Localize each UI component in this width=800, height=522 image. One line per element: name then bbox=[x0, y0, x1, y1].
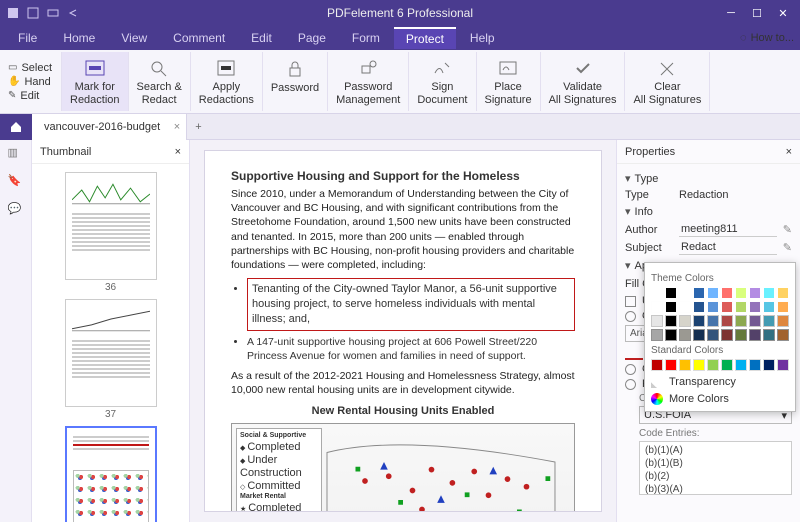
howto-link[interactable]: ◌How to... bbox=[740, 32, 794, 44]
page-p2: As a result of the 2012-2021 Housing and… bbox=[231, 369, 575, 397]
sign-icon bbox=[430, 57, 454, 79]
hand-tool[interactable]: ✋ Hand bbox=[8, 76, 57, 88]
page-subheading: New Rental Housing Units Enabled bbox=[231, 405, 575, 417]
clear-icon bbox=[655, 57, 679, 79]
sign-document-button[interactable]: SignDocument bbox=[409, 52, 476, 111]
properties-title: Properties bbox=[625, 146, 675, 158]
font-color-icon[interactable] bbox=[625, 346, 643, 360]
mark-redaction-button[interactable]: Mark forRedaction bbox=[62, 52, 129, 111]
info-section-hdr[interactable]: ▾ Info bbox=[625, 205, 792, 218]
app-logo-icon bbox=[6, 6, 20, 20]
new-tab-button[interactable]: + bbox=[187, 121, 209, 133]
code-entries-list[interactable]: (b)(1)(A) (b)(1)(B) (b)(2) (b)(3)(A) bbox=[639, 441, 792, 495]
home-tab-button[interactable] bbox=[0, 114, 32, 140]
custom-text-radio[interactable] bbox=[625, 364, 636, 375]
menu-comment[interactable]: Comment bbox=[161, 28, 237, 48]
thumbnail-title: Thumbnail bbox=[40, 146, 91, 158]
thumbnails-rail-icon[interactable]: ▥ bbox=[8, 146, 24, 162]
subject-field[interactable]: Redact bbox=[679, 240, 777, 255]
password-mgmt-icon bbox=[356, 57, 380, 79]
mark-redaction-icon bbox=[83, 57, 107, 79]
apply-redactions-button[interactable]: ApplyRedactions bbox=[191, 52, 263, 111]
close-properties-icon[interactable]: × bbox=[786, 146, 792, 158]
menu-view[interactable]: View bbox=[109, 28, 159, 48]
app-title: PDFelement 6 Professional bbox=[80, 6, 720, 20]
place-sig-icon bbox=[496, 57, 520, 79]
page-li2: A 147-unit supportive housing project at… bbox=[247, 335, 575, 363]
thumb-36[interactable]: 36 bbox=[65, 172, 157, 293]
quick-tools: ▭ Select ✋ Hand ✎ Edit bbox=[4, 52, 62, 111]
search-redact-icon bbox=[147, 57, 171, 79]
ribbon: ▭ Select ✋ Hand ✎ Edit Mark forRedaction… bbox=[0, 50, 800, 114]
menu-home[interactable]: Home bbox=[51, 28, 107, 48]
validate-sigs-button[interactable]: ValidateAll Signatures bbox=[541, 52, 626, 111]
redaction-selection[interactable]: Tenanting of the City-owned Taylor Manor… bbox=[247, 278, 575, 331]
password-button[interactable]: Password bbox=[263, 52, 328, 111]
thumb-38[interactable]: 38 bbox=[65, 426, 157, 522]
undo-icon[interactable] bbox=[66, 6, 80, 20]
author-field[interactable]: meeting811 bbox=[679, 222, 777, 237]
page-content: Supportive Housing and Support for the H… bbox=[204, 150, 602, 512]
thumbnail-panel: Thumbnail × 36 37 38 bbox=[32, 140, 190, 522]
password-icon bbox=[283, 58, 307, 80]
standard-color-grid[interactable] bbox=[651, 359, 789, 371]
place-signature-button[interactable]: PlaceSignature bbox=[477, 52, 541, 111]
page-heading: Supportive Housing and Support for the H… bbox=[231, 169, 575, 183]
redaction-code-radio[interactable] bbox=[625, 379, 636, 390]
color-flyout: Theme Colors Standard Colors Transparenc… bbox=[644, 262, 796, 412]
search-redact-button[interactable]: Search &Redact bbox=[129, 52, 191, 111]
close-tab-icon[interactable]: × bbox=[174, 121, 180, 133]
close-button[interactable]: ✕ bbox=[772, 4, 794, 22]
bookmark-rail-icon[interactable]: 🔖 bbox=[8, 174, 24, 190]
theme-color-grid[interactable] bbox=[651, 287, 789, 341]
page-view[interactable]: Supportive Housing and Support for the H… bbox=[190, 140, 616, 522]
select-tool[interactable]: ▭ Select bbox=[8, 62, 57, 74]
comments-rail-icon[interactable]: 💬 bbox=[8, 202, 24, 218]
save-icon[interactable] bbox=[26, 6, 40, 20]
password-mgmt-button[interactable]: PasswordManagement bbox=[328, 52, 409, 111]
type-section-hdr[interactable]: ▾ Type bbox=[625, 172, 792, 185]
print-icon[interactable] bbox=[46, 6, 60, 20]
menubar: File Home View Comment Edit Page Form Pr… bbox=[0, 26, 800, 50]
overlay-text-radio[interactable] bbox=[625, 311, 636, 322]
use-overlay-checkbox[interactable] bbox=[625, 296, 636, 307]
clear-sigs-button[interactable]: ClearAll Signatures bbox=[625, 52, 710, 111]
edit-subject-icon[interactable]: ✎ bbox=[783, 241, 792, 254]
page-p1: Since 2010, under a Memorandum of Unders… bbox=[231, 187, 575, 272]
page-map: Social & Supportive ◆ Completed ◆ Under … bbox=[231, 423, 575, 512]
titlebar: PDFelement 6 Professional ─ ☐ ✕ bbox=[0, 0, 800, 26]
menu-file[interactable]: File bbox=[6, 28, 49, 48]
menu-form[interactable]: Form bbox=[340, 28, 392, 48]
validate-icon bbox=[571, 57, 595, 79]
thumb-37[interactable]: 37 bbox=[65, 299, 157, 420]
edit-tool[interactable]: ✎ Edit bbox=[8, 90, 57, 102]
menu-page[interactable]: Page bbox=[286, 28, 338, 48]
doc-tab[interactable]: vancouver-2016-budget× bbox=[32, 114, 187, 140]
minimize-button[interactable]: ─ bbox=[720, 4, 742, 22]
close-thumbnails-icon[interactable]: × bbox=[175, 146, 181, 158]
doc-tab-row: vancouver-2016-budget× + bbox=[0, 114, 800, 140]
menu-protect[interactable]: Protect bbox=[394, 27, 456, 49]
transparency-option[interactable]: Transparency bbox=[651, 376, 789, 388]
side-rail: ▥ 🔖 💬 bbox=[0, 140, 32, 522]
maximize-button[interactable]: ☐ bbox=[746, 4, 768, 22]
edit-author-icon[interactable]: ✎ bbox=[783, 223, 792, 236]
menu-help[interactable]: Help bbox=[458, 28, 507, 48]
more-colors-option[interactable]: More Colors bbox=[651, 393, 789, 405]
apply-redactions-icon bbox=[214, 57, 238, 79]
menu-edit[interactable]: Edit bbox=[239, 28, 284, 48]
